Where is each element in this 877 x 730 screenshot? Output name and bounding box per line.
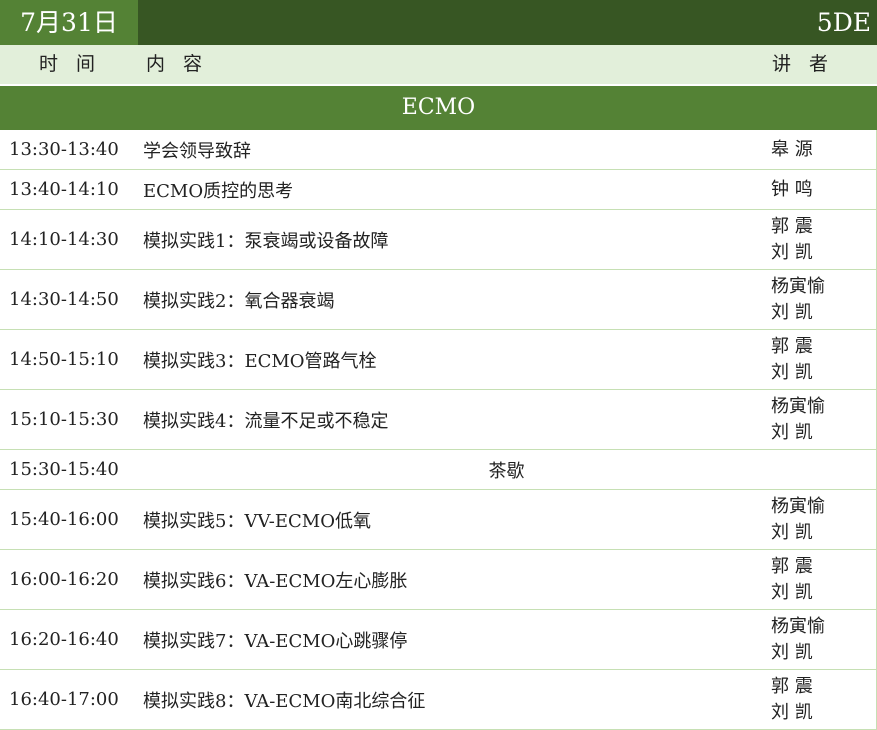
speaker-name: 郭 震 (771, 675, 813, 697)
session-time: 13:30-13:40 (9, 139, 119, 160)
session-topic: 模拟实践3：ECMO管路气栓 (143, 350, 377, 372)
schedule-page: 7月31日 5DE 时间 内容 讲者 ECMO 13:30-13:40 学会领导致… (0, 0, 877, 730)
session-topic: 模拟实践6：VA-ECMO左心膨胀 (143, 570, 408, 592)
session-speakers: 郭 震刘 凯 (771, 670, 813, 729)
column-content: 内容 (146, 53, 221, 75)
speaker-name: 刘 凯 (771, 361, 813, 383)
column-header: 时间 内容 讲者 (0, 45, 877, 84)
speaker-name: 刘 凯 (771, 641, 813, 663)
session-speakers: 杨寅愉刘 凯 (771, 270, 825, 329)
break-label: 茶歇 (488, 460, 525, 482)
session-time: 16:40-17:00 (9, 689, 119, 710)
session-row: 14:30-14:50 模拟实践2：氧合器衰竭 杨寅愉刘 凯 (0, 270, 877, 330)
session-row: 14:10-14:30 模拟实践1：泵衰竭或设备故障 郭 震刘 凯 (0, 210, 877, 270)
speaker-name: 杨寅愉 (771, 495, 825, 517)
session-time: 15:30-15:40 (9, 459, 119, 480)
session-time: 14:30-14:50 (9, 289, 119, 310)
room-label: 5DE (816, 8, 871, 37)
session-row: 16:00-16:20 模拟实践6：VA-ECMO左心膨胀 郭 震刘 凯 (0, 550, 877, 610)
session-topic: 模拟实践2：氧合器衰竭 (143, 290, 335, 312)
speaker-name: 郭 震 (771, 555, 813, 577)
speaker-name: 刘 凯 (771, 701, 813, 723)
session-time: 15:40-16:00 (9, 509, 119, 530)
speaker-name: 杨寅愉 (771, 395, 825, 417)
session-topic: 模拟实践8：VA-ECMO南北综合征 (143, 690, 426, 712)
session-row: 16:20-16:40 模拟实践7：VA-ECMO心跳骤停 杨寅愉刘 凯 (0, 610, 877, 670)
date-label: 7月31日 (0, 0, 138, 45)
session-row: 15:30-15:40 茶歇 (0, 450, 877, 490)
speaker-name: 杨寅愉 (771, 275, 825, 297)
speaker-name: 刘 凯 (771, 521, 813, 543)
speaker-name: 刘 凯 (771, 301, 813, 323)
speaker-name: 刘 凯 (771, 581, 813, 603)
session-speakers: 郭 震刘 凯 (771, 210, 813, 269)
session-speakers: 杨寅愉刘 凯 (771, 490, 825, 549)
session-topic: 模拟实践5：VV-ECMO低氧 (143, 510, 371, 532)
speaker-name: 郭 震 (771, 215, 813, 237)
session-speakers: 郭 震刘 凯 (771, 550, 813, 609)
session-time: 16:00-16:20 (9, 569, 119, 590)
header-bar: 7月31日 5DE (0, 0, 877, 45)
section-title: ECMO (0, 86, 877, 130)
speaker-name: 郭 震 (771, 335, 813, 357)
speaker-name: 皋 源 (771, 138, 813, 160)
speaker-name: 刘 凯 (771, 241, 813, 263)
session-topic: 模拟实践4：流量不足或不稳定 (143, 410, 389, 432)
session-list: 13:30-13:40 学会领导致辞 皋 源 13:40-14:10 ECMO质控的思考… (0, 130, 877, 730)
session-speakers: 杨寅愉刘 凯 (771, 610, 825, 669)
speaker-name: 杨寅愉 (771, 615, 825, 637)
session-row: 14:50-15:10 模拟实践3：ECMO管路气栓 郭 震刘 凯 (0, 330, 877, 390)
speaker-name: 钟 鸣 (771, 178, 813, 200)
session-time: 14:10-14:30 (9, 229, 119, 250)
session-row: 16:40-17:00 模拟实践8：VA-ECMO南北综合征 郭 震刘 凯 (0, 670, 877, 730)
session-speakers: 钟 鸣 (771, 170, 813, 209)
session-row: 15:40-16:00 模拟实践5：VV-ECMO低氧 杨寅愉刘 凯 (0, 490, 877, 550)
session-time: 14:50-15:10 (9, 349, 119, 370)
session-time: 16:20-16:40 (9, 629, 119, 650)
session-topic: 模拟实践1：泵衰竭或设备故障 (143, 230, 389, 252)
session-row: 13:30-13:40 学会领导致辞 皋 源 (0, 130, 877, 170)
session-time: 15:10-15:30 (9, 409, 119, 430)
session-speakers: 皋 源 (771, 130, 813, 169)
column-speaker: 讲者 (772, 53, 847, 75)
session-topic: ECMO质控的思考 (143, 180, 294, 202)
session-topic: 学会领导致辞 (143, 140, 251, 162)
session-row: 15:10-15:30 模拟实践4：流量不足或不稳定 杨寅愉刘 凯 (0, 390, 877, 450)
session-row: 13:40-14:10 ECMO质控的思考 钟 鸣 (0, 170, 877, 210)
session-topic: 模拟实践7：VA-ECMO心跳骤停 (143, 630, 408, 652)
session-time: 13:40-14:10 (9, 179, 119, 200)
session-speakers: 郭 震刘 凯 (771, 330, 813, 389)
speaker-name: 刘 凯 (771, 421, 813, 443)
session-speakers: 杨寅愉刘 凯 (771, 390, 825, 449)
column-time: 时间 (39, 53, 114, 75)
